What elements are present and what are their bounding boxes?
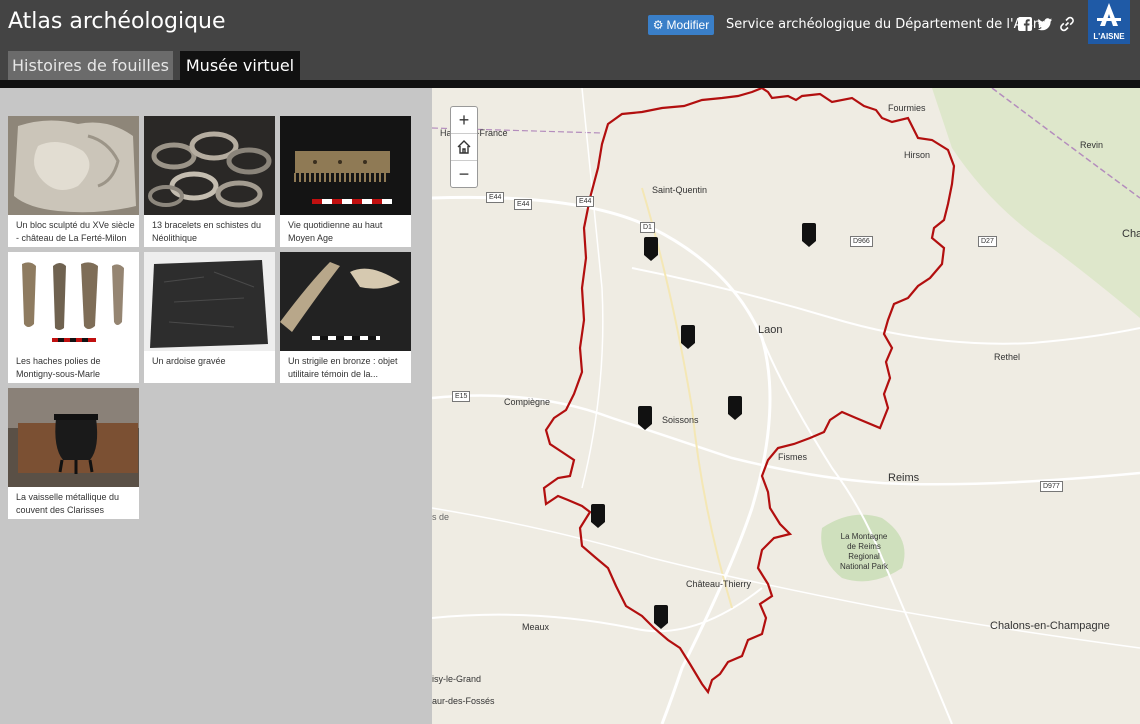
bracelets-image [144,116,275,215]
card-caption: 13 bracelets en schistes du Néolithique [152,220,262,243]
road-badge: D966 [850,236,873,247]
app-title: Atlas archéologique [8,9,226,34]
road-badge: D1 [640,222,655,233]
place-fourmies: Fourmies [888,103,926,113]
card-caption: Un ardoise gravée [152,356,226,366]
engraved-slate-image [144,252,275,351]
twitter-icon[interactable] [1037,16,1053,32]
place-meaux: Meaux [522,622,550,632]
service-name: Service archéologique du Département de … [726,17,1050,32]
comb-image [280,116,411,215]
map-marker[interactable] [727,395,743,421]
place-montagne-de-reims: La Montagne de Reims Regional National P… [840,532,889,571]
gallery-panel: Un bloc sculpté du XVe siècle - château … [0,88,432,724]
gallery-card-strigile[interactable]: Un strigile en bronze : objet utilitaire… [280,252,411,383]
aisne-logo[interactable]: L'AISNE [1088,0,1130,44]
place-hirson: Hirson [904,150,931,160]
map-marker[interactable] [653,604,669,630]
place-charleville: Charle [1122,228,1140,240]
place-chalons: Chalons-en-Champagne [990,620,1110,632]
map-marker[interactable] [680,324,696,350]
map-view[interactable]: Hauts-de-France Fourmies Hirson Revin Ch… [432,88,1140,724]
place-saint-quentin: Saint-Quentin [652,185,708,195]
place-chateau-thierry: Château-Thierry [686,579,752,589]
road-badge: E15 [452,391,471,402]
card-caption: La vaisselle métallique du couvent des C… [16,492,120,515]
gallery-card-vie-quotidienne[interactable]: Vie quotidienne au haut Moyen Age [280,116,411,247]
tab-histoires-de-fouilles[interactable]: Histoires de fouilles [8,51,173,80]
modify-label: Modifier [666,18,710,32]
road-badge: E44 [514,199,533,210]
gallery-card-bloc-sculpte[interactable]: Un bloc sculpté du XVe siècle - château … [8,116,139,247]
place-revin: Revin [1080,140,1104,150]
map-marker[interactable] [590,503,606,529]
place-partial: s de [432,512,450,522]
facebook-icon[interactable] [1017,16,1033,32]
modify-button[interactable]: ⚙ Modifier [648,15,714,35]
logo-text: L'AISNE [1093,32,1125,41]
road-badge: D27 [978,236,997,247]
place-soissons: Soissons [662,415,699,425]
tab-musee-virtuel[interactable]: Musée virtuel [180,51,300,80]
cauldron-image [8,388,139,487]
road-badge: E44 [576,196,595,207]
polished-axes-image [8,252,139,351]
place-reims: Reims [888,472,920,484]
aisne-emblem-icon [1097,3,1121,26]
road-badge: D977 [1040,481,1063,492]
link-icon[interactable] [1059,16,1075,32]
zoom-in-button[interactable]: + [451,107,477,133]
home-icon [457,140,471,154]
tab-underline [0,80,1140,88]
place-saint-maur: aur-des-Fossés [432,696,495,706]
card-caption: Un strigile en bronze : objet utilitaire… [288,356,398,379]
place-compiegne: Compiègne [504,397,551,407]
place-fismes: Fismes [778,452,807,462]
card-caption: Un bloc sculpté du XVe siècle - château … [16,220,135,243]
map-zoom-control: + − [450,106,478,188]
card-caption: Les haches polies de Montigny-sous-Marle [16,356,101,379]
gallery-card-ardoise[interactable]: Un ardoise gravée [144,252,275,383]
home-button[interactable] [451,133,477,160]
place-laon: Laon [758,324,783,336]
place-noisy: isy-le-Grand [432,674,482,684]
map-marker[interactable] [637,405,653,431]
map-marker[interactable] [643,236,659,262]
road-badge: E44 [486,192,505,203]
zoom-out-button[interactable]: − [451,160,477,187]
card-caption: Vie quotidienne au haut Moyen Age [288,220,383,243]
gallery-card-haches-polies[interactable]: Les haches polies de Montigny-sous-Marle [8,252,139,383]
gear-icon: ⚙ [652,18,664,32]
strigil-image [280,252,411,351]
place-rethel: Rethel [994,352,1021,362]
sculpted-block-image [8,116,139,215]
gallery-card-vaisselle[interactable]: La vaisselle métallique du couvent des C… [8,388,139,519]
app-header: Atlas archéologique ⚙ Modifier Service a… [0,0,1140,84]
gallery-card-bracelets[interactable]: 13 bracelets en schistes du Néolithique [144,116,275,247]
map-marker[interactable] [801,222,817,248]
